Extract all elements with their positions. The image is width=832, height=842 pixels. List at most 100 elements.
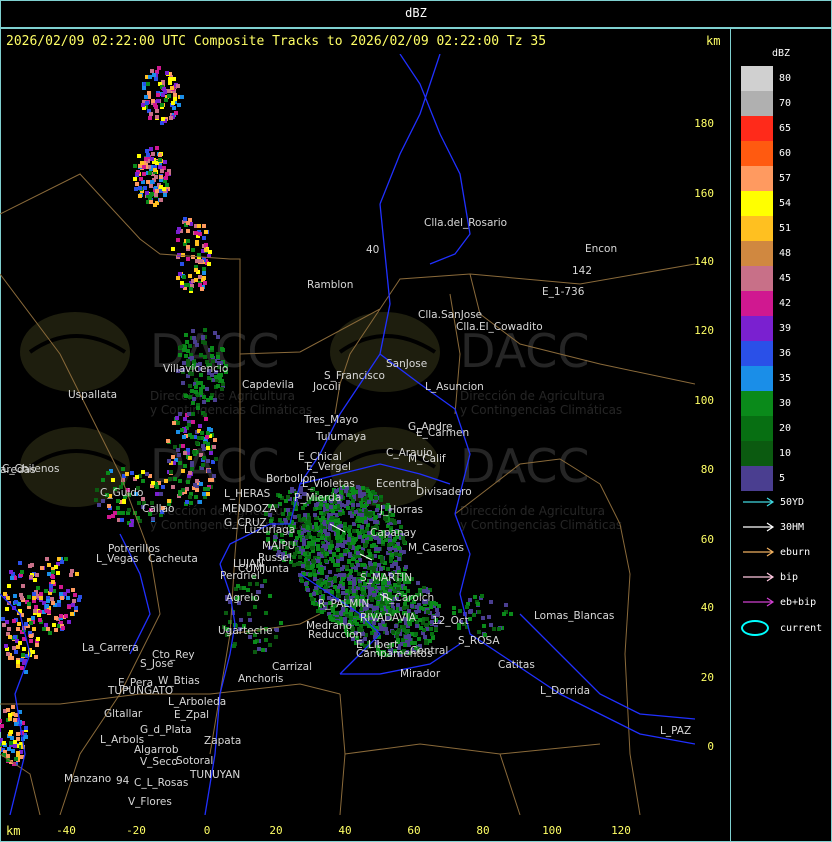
echo-cell <box>341 591 345 595</box>
echo-cell <box>435 608 439 612</box>
echo-cell <box>348 581 352 585</box>
echo-cell <box>178 353 182 357</box>
place-label: Sotoral <box>176 755 213 767</box>
echo-cell <box>186 239 190 243</box>
echo-cell <box>36 637 40 641</box>
echo-cell <box>77 598 81 602</box>
echo-cell <box>141 103 145 107</box>
track-header: 2026/02/09 02:22:00 UTC Composite Tracks… <box>6 34 547 49</box>
echo-cell <box>320 536 324 540</box>
echo-cell <box>52 623 56 627</box>
echo-cell <box>107 504 111 508</box>
echo-cell <box>49 584 53 588</box>
echo-cell <box>340 557 344 561</box>
place-label: E_Zpal <box>174 709 209 721</box>
echo-cell <box>185 500 189 504</box>
echo-cell <box>35 573 39 577</box>
echo-cell <box>372 607 376 611</box>
echo-cell <box>16 627 20 631</box>
echo-cell <box>204 417 208 421</box>
legend-swatch <box>741 241 773 266</box>
echo-cell <box>54 628 58 632</box>
echo-cell <box>319 518 323 522</box>
echo-cell <box>220 387 224 391</box>
echo-cell <box>313 573 317 577</box>
echo-cell <box>209 396 213 400</box>
echo-cell <box>293 515 297 519</box>
place-label: V_Flores <box>128 796 172 808</box>
border-line <box>454 513 695 745</box>
echo-cell <box>196 381 200 385</box>
echo-cell <box>404 635 408 639</box>
echo-cell <box>137 154 141 158</box>
echo-cell <box>190 356 194 360</box>
echo-cell <box>376 596 380 600</box>
echo-cell <box>160 169 164 173</box>
echo-cell <box>148 116 152 120</box>
echo-cell <box>190 389 194 393</box>
legend-value-label: 5 <box>779 473 786 484</box>
echo-cell <box>361 539 365 543</box>
echo-cell <box>153 203 157 207</box>
echo-cell <box>394 624 398 628</box>
echo-cell <box>195 479 199 483</box>
echo-cell <box>135 172 139 176</box>
echo-cell <box>429 605 433 609</box>
echo-cell <box>164 479 168 483</box>
echo-cell <box>356 516 360 520</box>
echo-cell <box>213 398 217 402</box>
x-tick-label: 80 <box>476 824 490 837</box>
echo-cell <box>197 436 201 440</box>
echo-cell <box>348 552 352 556</box>
echo-cell <box>154 77 158 81</box>
echo-cell <box>94 498 98 502</box>
legend-value-label: 70 <box>779 98 792 109</box>
place-label: Clla.del_Rosario <box>424 217 507 229</box>
echo-cell <box>21 584 25 588</box>
echo-cell <box>311 564 315 568</box>
place-label: Ecentral <box>376 478 419 490</box>
echo-cell <box>345 565 349 569</box>
echo-cell <box>165 172 169 176</box>
legend-value-label: 42 <box>779 298 792 309</box>
echo-cell <box>188 471 192 475</box>
echo-cell <box>107 515 111 519</box>
echo-cell <box>286 495 290 499</box>
legend-swatch <box>741 141 773 166</box>
echo-cell <box>13 718 17 722</box>
echo-cell <box>139 177 143 181</box>
echo-cell <box>372 543 376 547</box>
place-label: Gltallar <box>104 708 143 720</box>
echo-cell <box>210 346 214 350</box>
echo-cell <box>159 492 163 496</box>
echo-cell <box>366 489 370 493</box>
echo-cell <box>20 596 24 600</box>
echo-cell <box>194 390 198 394</box>
road-line <box>599 483 641 815</box>
echo-cell <box>14 600 18 604</box>
echo-cell <box>17 622 21 626</box>
echo-cell <box>339 524 343 528</box>
echo-cell <box>306 565 310 569</box>
echo-cell <box>18 641 22 645</box>
echo-cell <box>165 183 169 187</box>
echo-cell <box>199 482 203 486</box>
echo-cell <box>284 499 288 503</box>
road-line <box>339 693 346 815</box>
echo-cell <box>186 245 190 249</box>
echo-cell <box>195 259 199 263</box>
echo-cell <box>10 736 14 740</box>
echo-cell <box>329 505 333 509</box>
echo-cell <box>101 478 105 482</box>
echo-cell <box>292 563 296 567</box>
echo-cell <box>351 557 355 561</box>
echo-cell <box>183 217 187 221</box>
echo-cell <box>348 533 352 537</box>
echo-cell <box>195 343 199 347</box>
echo-cell <box>247 612 251 616</box>
echo-cell <box>189 501 193 505</box>
radar-map[interactable]: DACC Dirección de Agricultura y Contingenc… <box>0 54 695 815</box>
echo-cell <box>6 652 10 656</box>
echo-cell <box>39 592 43 596</box>
echo-cell <box>476 602 480 606</box>
